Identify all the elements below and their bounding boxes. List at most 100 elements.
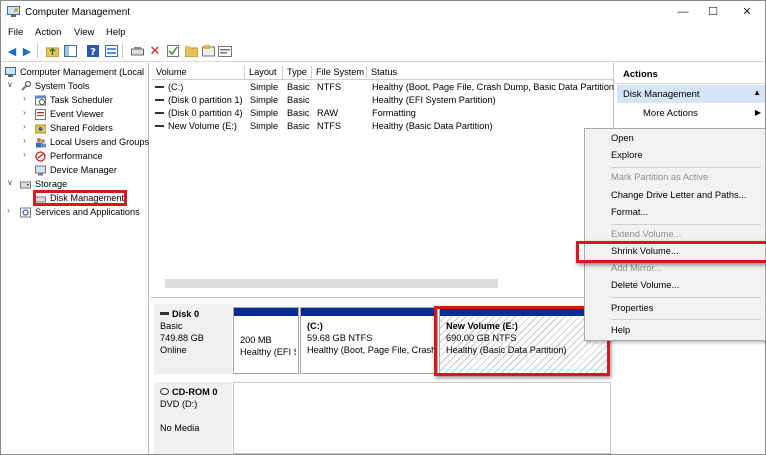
toolbar-separator xyxy=(37,44,38,58)
cdrom-empty-area[interactable] xyxy=(233,382,611,454)
chevron-right-icon[interactable]: › xyxy=(7,206,10,215)
table-row[interactable]: (Disk 0 partition 1) Simple Basic Health… xyxy=(151,94,614,107)
menu-item-properties[interactable]: Properties xyxy=(611,303,653,313)
menu-item-explore[interactable]: Explore xyxy=(611,150,643,160)
tree-item-shared-folders[interactable]: › Shared Folders xyxy=(1,122,149,136)
volume-filesystem xyxy=(317,94,365,107)
tree-item-services[interactable]: › Services and Applications xyxy=(1,206,149,220)
cdrom-media: No Media xyxy=(160,423,200,433)
chevron-right-icon[interactable]: › xyxy=(23,122,26,131)
table-row[interactable]: (Disk 0 partition 4) Simple Basic RAW Fo… xyxy=(151,107,614,120)
tree-item-label: System Tools xyxy=(35,81,90,91)
column-header-layout[interactable]: Layout xyxy=(245,66,283,80)
table-row[interactable]: (C:) Simple Basic NTFS Healthy (Boot, Pa… xyxy=(151,81,614,94)
menu-item-help[interactable]: Help xyxy=(611,325,630,335)
cdrom-0-label[interactable]: CD-ROM 0 DVD (D:) No Media xyxy=(154,382,232,454)
disk-icon[interactable] xyxy=(201,44,215,58)
disk-type: Basic xyxy=(160,321,183,331)
partition-size: 59.68 GB NTFS xyxy=(307,333,373,343)
console-icon[interactable] xyxy=(218,44,232,58)
tree-item-computer-management[interactable]: Computer Management (Local xyxy=(1,66,149,80)
cdrom-icon xyxy=(160,388,169,395)
tree-item-local-users[interactable]: › Local Users and Groups xyxy=(1,136,149,150)
column-header-status[interactable]: Status xyxy=(367,66,614,80)
menu-file[interactable]: File xyxy=(8,27,23,38)
volume-layout: Simple xyxy=(250,121,279,131)
toolbar: ◀ ▶ ? ✕ xyxy=(1,41,765,62)
menu-action[interactable]: Action xyxy=(35,27,61,38)
chevron-right-icon[interactable]: › xyxy=(23,136,26,145)
event-viewer-icon xyxy=(35,109,46,120)
column-header-file-system[interactable]: File System xyxy=(312,66,367,80)
chevron-right-icon[interactable]: › xyxy=(23,108,26,117)
tree-item-label: Computer Management (Local xyxy=(20,67,145,77)
svg-text:?: ? xyxy=(90,47,96,57)
menu-item-change-drive-letter[interactable]: Change Drive Letter and Paths... xyxy=(611,190,746,200)
disk-0-label[interactable]: Disk 0 Basic 749.88 GB Online xyxy=(154,304,232,374)
folder-icon[interactable] xyxy=(184,44,198,58)
volume-name: (Disk 0 partition 4) xyxy=(168,108,243,118)
partition-title: (C:) xyxy=(307,321,323,331)
close-button[interactable]: ✕ xyxy=(732,3,762,21)
computer-management-icon xyxy=(7,6,20,17)
column-header-type[interactable]: Type xyxy=(283,66,312,80)
connect-icon[interactable] xyxy=(130,44,144,58)
storage-icon xyxy=(20,181,31,189)
up-folder-icon[interactable] xyxy=(45,44,59,58)
menu-item-mark-active: Mark Partition as Active xyxy=(611,172,709,182)
chevron-right-icon[interactable]: › xyxy=(23,150,26,159)
volume-layout: Simple xyxy=(250,95,279,105)
back-icon[interactable]: ◀ xyxy=(5,44,19,58)
tree-item-device-manager[interactable]: Device Manager xyxy=(1,164,149,178)
tree-item-performance[interactable]: › Performance xyxy=(1,150,149,164)
menu-help[interactable]: Help xyxy=(106,27,126,38)
menu-item-open[interactable]: Open xyxy=(611,133,634,143)
chevron-up-icon[interactable]: ▲ xyxy=(753,88,761,97)
menu-view[interactable]: View xyxy=(74,27,94,38)
tree-item-task-scheduler[interactable]: › Task Scheduler xyxy=(1,94,149,108)
context-menu: Open Explore Mark Partition as Active Ch… xyxy=(584,128,766,341)
partition-efi[interactable]: 200 MB Healthy (EFI S xyxy=(233,307,299,374)
volume-layout: Simple xyxy=(250,82,279,92)
disk-icon xyxy=(160,312,169,315)
column-header-volume[interactable]: Volume xyxy=(152,66,245,80)
menu-separator xyxy=(611,167,761,168)
more-actions[interactable]: More Actions ▶ xyxy=(617,104,765,122)
chevron-down-icon[interactable]: ∨ xyxy=(7,80,13,89)
volume-type: Basic xyxy=(287,82,310,92)
check-icon[interactable] xyxy=(166,44,180,58)
volume-status: Healthy (Basic Data Partition) xyxy=(372,121,493,131)
actions-selected-label: Disk Management xyxy=(623,89,700,100)
cdrom-drive: DVD (D:) xyxy=(160,399,198,409)
maximize-button[interactable]: ☐ xyxy=(698,3,728,21)
table-row[interactable]: New Volume (E:) Simple Basic NTFS Health… xyxy=(151,120,614,133)
show-tree-icon[interactable] xyxy=(63,44,77,58)
actions-disk-management[interactable]: Disk Management ▲ xyxy=(617,85,765,103)
volume-name: New Volume (E:) xyxy=(168,121,237,131)
volume-status: Healthy (Boot, Page File, Crash Dump, Ba… xyxy=(372,82,614,92)
menu-item-delete-volume[interactable]: Delete Volume... xyxy=(611,280,679,290)
delete-icon[interactable]: ✕ xyxy=(148,43,162,58)
disk-size: 749.88 GB xyxy=(160,333,204,343)
tree-item-system-tools[interactable]: ∨ System Tools xyxy=(1,80,149,94)
chevron-down-icon[interactable]: ∨ xyxy=(7,178,13,187)
tree-item-label: Local Users and Groups xyxy=(50,137,150,147)
partition-status: Healthy (Boot, Page File, Crash Dump, Ba xyxy=(307,345,435,355)
tree-item-event-viewer[interactable]: › Event Viewer xyxy=(1,108,149,122)
tree-item-label: Shared Folders xyxy=(50,123,113,133)
forward-icon[interactable]: ▶ xyxy=(20,44,34,58)
tree-item-label: Storage xyxy=(35,179,68,189)
menu-item-format[interactable]: Format... xyxy=(611,207,648,217)
volume-list: Volume Layout Type File System Status (C… xyxy=(151,63,614,295)
partition-text: 200 MB Healthy (EFI S xyxy=(240,334,296,358)
menu-separator xyxy=(611,297,761,298)
horizontal-scrollbar[interactable] xyxy=(165,279,498,288)
minimize-button[interactable]: — xyxy=(668,3,698,21)
partition-c[interactable]: (C:) 59.68 GB NTFS Healthy (Boot, Page F… xyxy=(300,307,438,374)
menu-separator xyxy=(611,319,761,320)
help-icon[interactable]: ? xyxy=(86,44,100,58)
properties-icon[interactable] xyxy=(104,44,118,58)
chevron-right-icon[interactable]: › xyxy=(23,94,26,103)
navigation-tree: Computer Management (Local ∨ System Tool… xyxy=(1,63,149,454)
menu-separator xyxy=(611,224,761,225)
